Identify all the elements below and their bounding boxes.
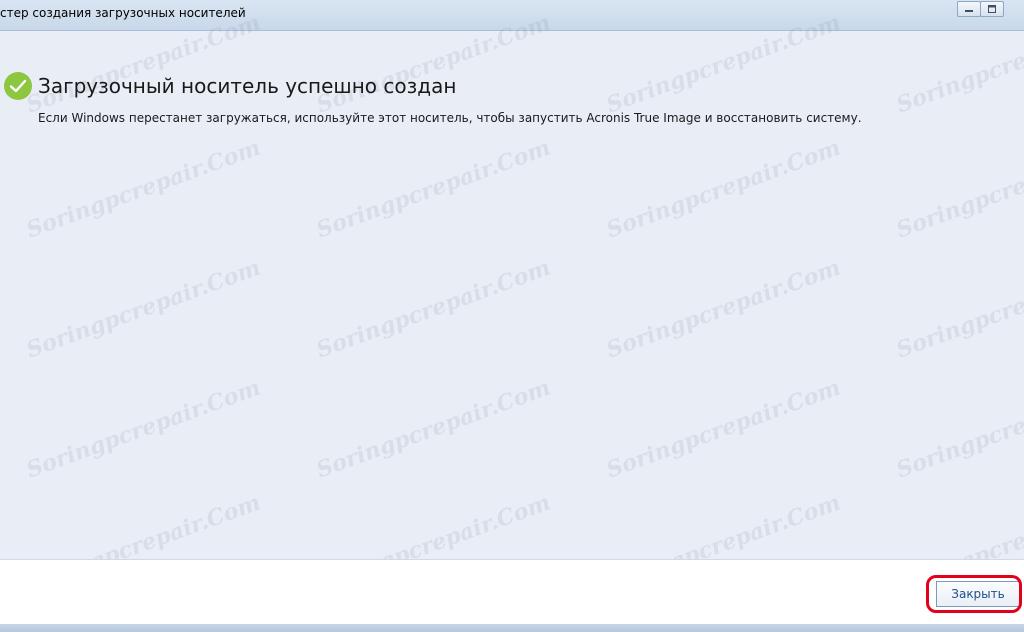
app-window: стер создания загрузочных носителей Sori… — [0, 0, 1024, 632]
success-description: Если Windows перестанет загружаться, исп… — [38, 111, 862, 125]
watermark-text: Soringpcrepair.Com — [893, 134, 1024, 244]
maximize-button[interactable] — [980, 1, 1004, 17]
minimize-button[interactable] — [957, 1, 981, 17]
minimize-icon — [965, 10, 973, 12]
maximize-icon — [988, 5, 996, 13]
watermark-text: Soringpcrepair.Com — [313, 374, 554, 484]
watermark-text: Soringpcrepair.Com — [23, 374, 264, 484]
title-bar[interactable]: стер создания загрузочных носителей — [0, 0, 1024, 31]
watermark-text: Soringpcrepair.Com — [313, 254, 554, 364]
watermark-text: Soringpcrepair.Com — [893, 374, 1024, 484]
watermark-text: Soringpcrepair.Com — [893, 254, 1024, 364]
watermark-text: Soringpcrepair.Com — [313, 134, 554, 244]
window-controls — [957, 1, 1004, 17]
success-header: Загрузочный носитель успешно создан — [4, 72, 456, 100]
watermark-text: Soringpcrepair.Com — [603, 254, 844, 364]
checkmark-icon — [4, 72, 32, 100]
close-button[interactable]: Закрыть — [936, 581, 1020, 607]
watermark-text: Soringpcrepair.Com — [23, 134, 264, 244]
wizard-footer: Закрыть — [0, 559, 1024, 625]
watermark-text: Soringpcrepair.Com — [603, 134, 844, 244]
wizard-content: Soringpcrepair.Com Soringpcrepair.Com So… — [0, 10, 1024, 598]
watermark-text: Soringpcrepair.Com — [23, 254, 264, 364]
window-bottom-border — [0, 624, 1024, 632]
window-title: стер создания загрузочных носителей — [0, 6, 246, 20]
page-title: Загрузочный носитель успешно создан — [38, 74, 457, 98]
watermark-text: Soringpcrepair.Com — [603, 374, 844, 484]
